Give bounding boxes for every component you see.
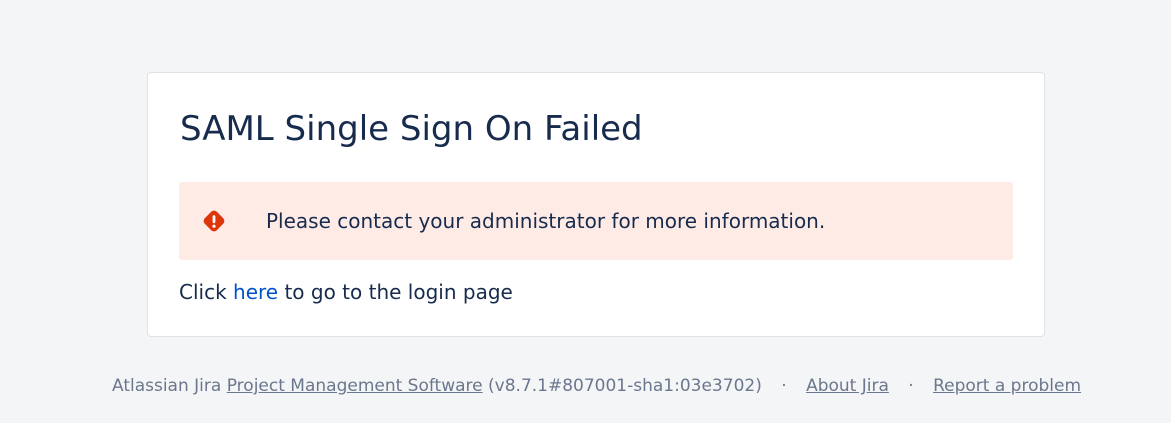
login-redirect-suffix: to go to the login page — [284, 280, 513, 304]
login-page-link[interactable]: here — [233, 280, 278, 304]
project-management-software-link[interactable]: Project Management Software — [227, 376, 483, 396]
login-error-card: SAML Single Sign On Failed Please contac… — [147, 72, 1045, 337]
page-title: SAML Single Sign On Failed — [180, 109, 643, 149]
login-redirect-prefix: Click — [179, 280, 227, 304]
footer-separator: · — [781, 376, 787, 396]
report-problem-link[interactable]: Report a problem — [933, 376, 1081, 396]
about-jira-link[interactable]: About Jira — [806, 376, 889, 396]
footer-version: (v8.7.1#807001-sha1:03e3702) — [488, 376, 762, 396]
footer: Atlassian Jira Project Management Softwa… — [0, 372, 1171, 400]
login-redirect-text: Click here to go to the login page — [179, 277, 513, 307]
error-icon — [203, 210, 225, 232]
error-message-text: Please contact your administrator for mo… — [266, 209, 826, 233]
error-message-panel: Please contact your administrator for mo… — [179, 182, 1013, 260]
footer-brand-prefix: Atlassian Jira — [111, 376, 222, 396]
footer-separator: · — [908, 376, 914, 396]
